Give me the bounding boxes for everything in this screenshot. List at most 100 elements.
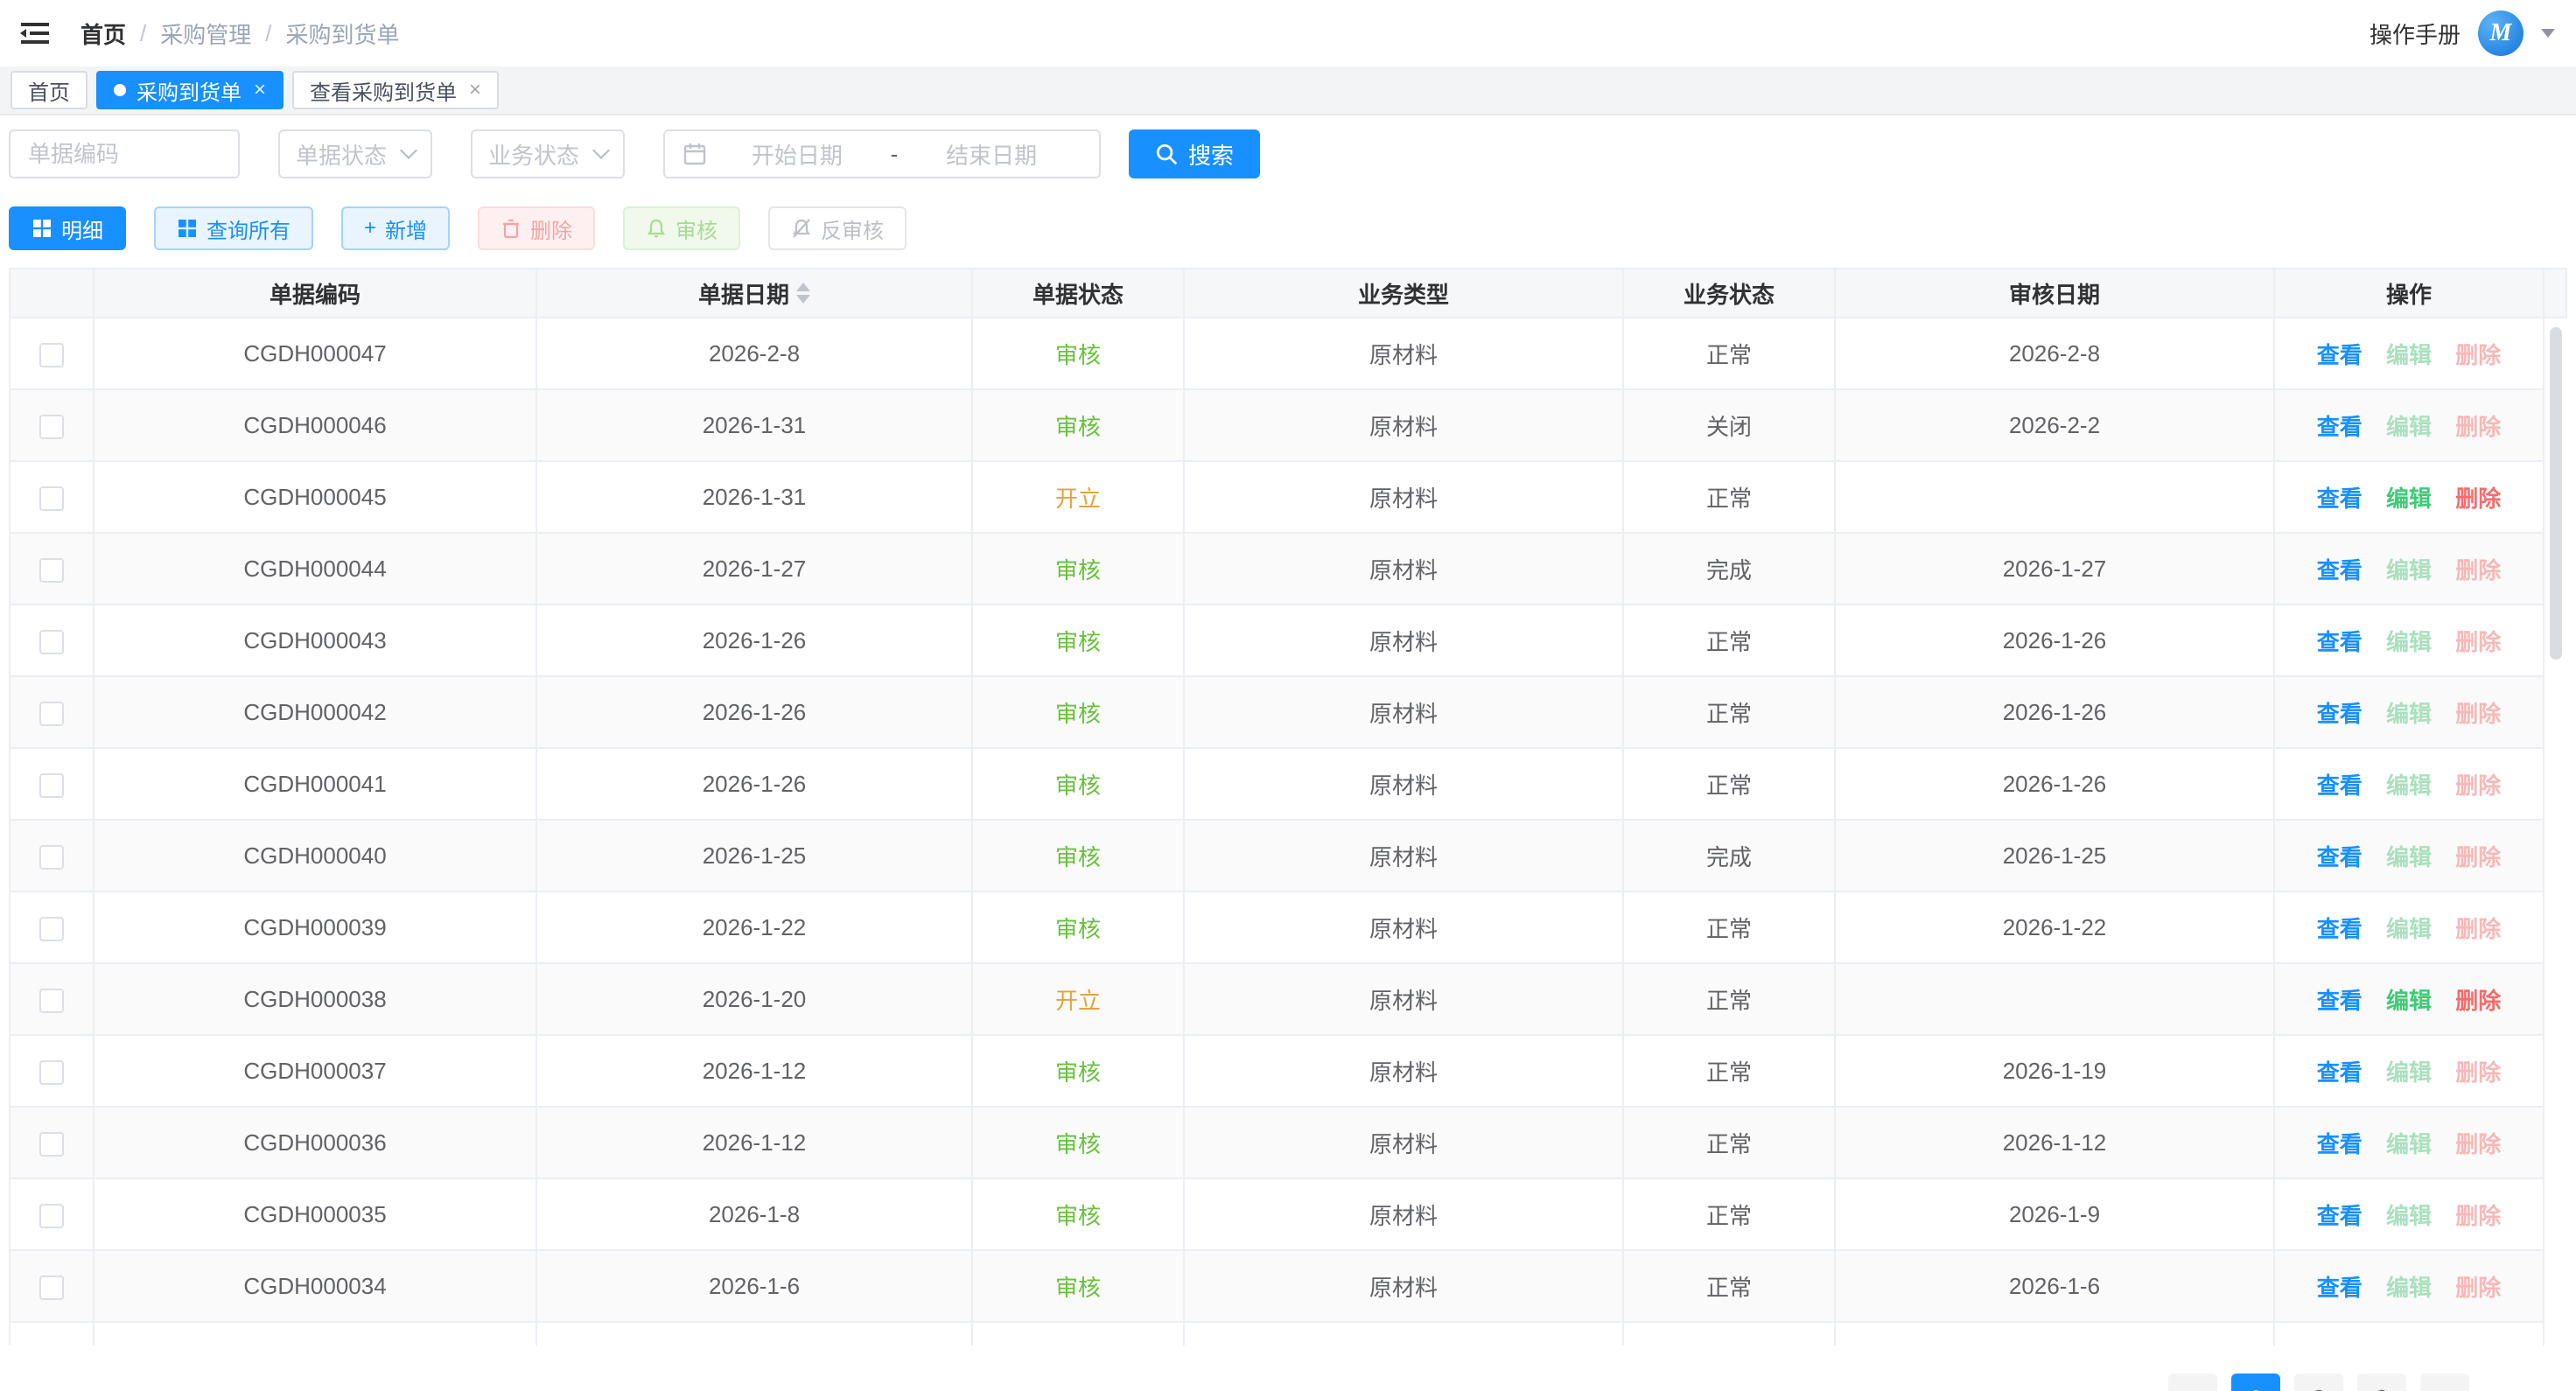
delete-link[interactable]: 删除 [2455,1059,2501,1086]
start-date-placeholder[interactable]: 开始日期 [707,138,887,171]
edit-link[interactable]: 编辑 [2386,1203,2432,1229]
edit-link[interactable]: 编辑 [2386,557,2432,584]
vertical-scrollbar[interactable] [2550,327,2562,660]
delete-link[interactable]: 删除 [2455,844,2501,870]
row-checkbox[interactable] [39,1060,64,1085]
edit-link[interactable]: 编辑 [2386,1059,2432,1086]
row-checkbox[interactable] [39,917,64,941]
delete-link[interactable]: 删除 [2455,414,2501,440]
search-button[interactable]: 搜索 [1129,129,1260,178]
prev-page-button[interactable]: ‹ [2168,1374,2217,1391]
edit-link[interactable]: 编辑 [2386,414,2432,440]
view-link[interactable]: 查看 [2317,701,2362,727]
row-checkbox[interactable] [39,1132,64,1157]
cell-audit-date: 2026-1-27 [1835,533,2274,605]
row-checkbox[interactable] [39,702,64,726]
next-page-button[interactable]: › [2420,1374,2469,1391]
tab-home[interactable]: 首页 [10,71,88,109]
cell-doc-code: CGDH000035 [94,1178,536,1250]
delete-link[interactable]: 删除 [2455,557,2501,584]
audit-button[interactable]: 审核 [623,206,740,250]
edit-link[interactable]: 编辑 [2386,988,2432,1014]
page-button-1[interactable]: 1 [2231,1374,2280,1391]
view-link[interactable]: 查看 [2317,414,2362,440]
delete-link[interactable]: 删除 [2455,1131,2501,1157]
biz-status-select[interactable]: 业务状态 [471,129,625,178]
edit-link[interactable]: 编辑 [2386,916,2432,942]
view-link[interactable]: 查看 [2317,1059,2362,1086]
delete-link[interactable]: 删除 [2455,988,2501,1014]
delete-link[interactable]: 删除 [2455,629,2501,655]
date-range-picker[interactable]: 开始日期 - 结束日期 [663,129,1101,178]
row-checkbox[interactable] [39,415,64,439]
cell-biz-status: 正常 [1623,1250,1835,1322]
edit-link[interactable]: 编辑 [2386,844,2432,870]
doc-status-select[interactable]: 单据状态 [278,129,432,178]
close-icon[interactable]: × [254,80,266,101]
delete-link[interactable]: 删除 [2455,772,2501,799]
detail-button[interactable]: 明细 [9,206,126,250]
row-checkbox[interactable] [39,486,64,511]
row-checkbox[interactable] [39,845,64,870]
delete-link[interactable]: 删除 [2455,342,2501,368]
edit-link[interactable]: 编辑 [2386,629,2432,655]
view-link[interactable]: 查看 [2317,1275,2362,1301]
view-link[interactable]: 查看 [2317,629,2362,655]
page-button-2[interactable]: 2 [2294,1374,2343,1391]
row-checkbox[interactable] [39,773,64,798]
chevron-down-icon[interactable] [2541,29,2555,38]
view-link[interactable]: 查看 [2317,342,2362,368]
cell-biz-status: 正常 [1623,318,1835,389]
close-icon[interactable]: × [469,80,481,101]
cell-operations: 查看 编辑 删除 [2274,389,2544,461]
row-checkbox[interactable] [39,558,64,583]
edit-link[interactable]: 编辑 [2386,1131,2432,1157]
sort-icon[interactable] [796,283,810,304]
delete-link[interactable]: 删除 [2455,701,2501,727]
query-all-button[interactable]: 查询所有 [154,206,313,250]
avatar[interactable]: M [2478,10,2524,56]
view-link[interactable]: 查看 [2317,772,2362,799]
delete-link[interactable]: 删除 [2455,1203,2501,1229]
query-all-label: 查询所有 [206,213,290,244]
edit-link[interactable]: 编辑 [2386,1275,2432,1301]
checkbox-cell [10,533,94,605]
header-doc-date[interactable]: 单据日期 [536,269,972,318]
edit-link[interactable]: 编辑 [2386,772,2432,799]
unaudit-button[interactable]: 反审核 [768,206,906,250]
row-checkbox[interactable] [39,343,64,367]
cell-doc-date: 2026-1-25 [536,820,972,891]
collapse-menu-icon[interactable] [18,16,52,51]
delete-link[interactable]: 删除 [2455,486,2501,512]
tab-purchase-arrival[interactable]: 采购到货单 × [96,71,284,109]
edit-link[interactable]: 编辑 [2386,701,2432,727]
cell-biz-status: 正常 [1623,963,1835,1035]
view-link[interactable]: 查看 [2317,844,2362,870]
edit-link[interactable]: 编辑 [2386,342,2432,368]
view-link[interactable]: 查看 [2317,916,2362,942]
view-link[interactable]: 查看 [2317,486,2362,512]
delete-link[interactable]: 删除 [2455,916,2501,942]
checkbox-cell [10,1107,94,1178]
view-link[interactable]: 查看 [2317,557,2362,584]
manual-link[interactable]: 操作手册 [2370,17,2460,50]
breadcrumb-purchase[interactable]: 采购管理 [160,17,251,50]
tab-view-purchase-arrival[interactable]: 查看采购到货单 × [292,71,499,109]
delete-link[interactable]: 删除 [2455,1275,2501,1301]
page-button-3[interactable]: 3 [2357,1374,2406,1391]
breadcrumb-home[interactable]: 首页 [80,17,126,50]
row-checkbox[interactable] [39,1204,64,1228]
delete-button[interactable]: 删除 [478,206,595,250]
add-button[interactable]: + 新增 [341,206,450,250]
edit-link[interactable]: 编辑 [2386,486,2432,512]
row-checkbox[interactable] [39,630,64,654]
view-link[interactable]: 查看 [2317,1131,2362,1157]
row-checkbox[interactable] [39,1276,64,1300]
breadcrumb-current: 采购到货单 [286,17,400,50]
row-checkbox[interactable] [39,989,64,1013]
cell-doc-date: 2026-1-31 [536,389,972,461]
view-link[interactable]: 查看 [2317,1203,2362,1229]
view-link[interactable]: 查看 [2317,988,2362,1014]
end-date-placeholder[interactable]: 结束日期 [901,138,1082,171]
doc-code-input[interactable] [9,129,240,178]
